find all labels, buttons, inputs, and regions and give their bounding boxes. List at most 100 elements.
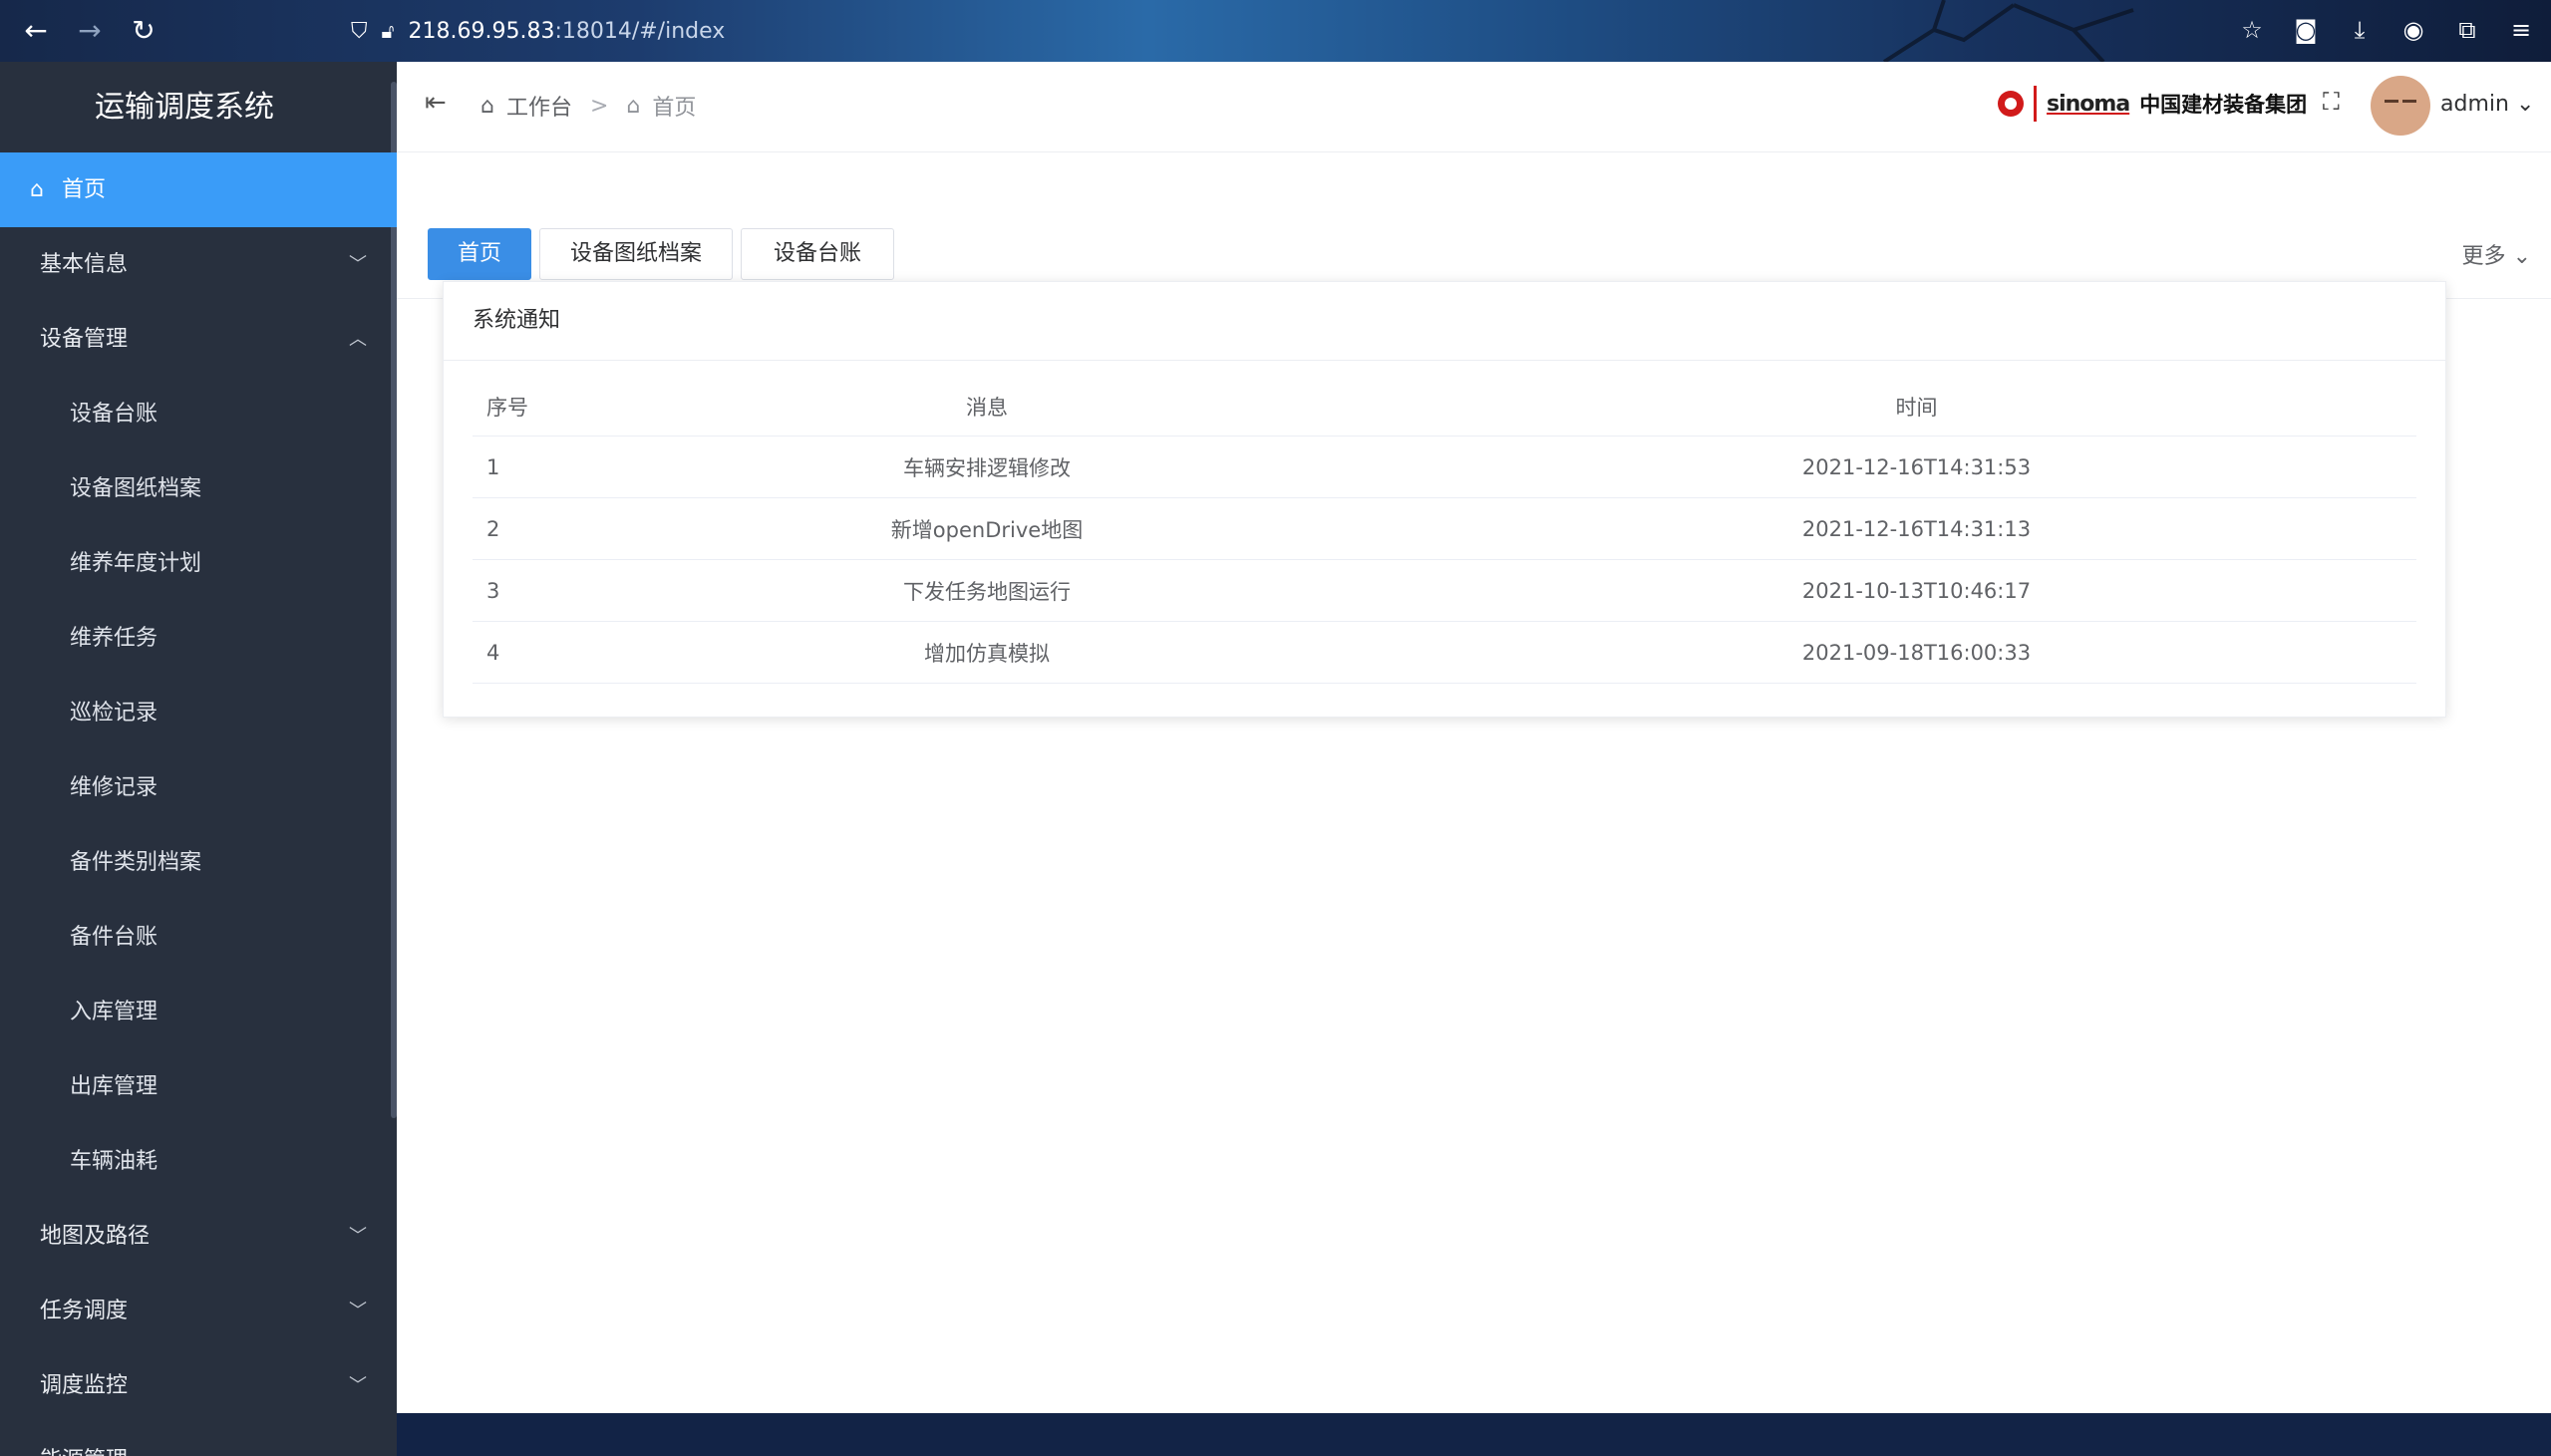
cell-time: 2021-10-13T10:46:17 [1417, 559, 2416, 622]
menu-icon[interactable]: ≡ [2505, 12, 2537, 48]
reload-icon[interactable]: ↻ [124, 13, 163, 49]
sidebar-item-label: 备件台账 [70, 925, 159, 950]
sidebar: 运输调度系统 ⌂ 首页 基本信息 ﹀ 设备管理 ︿ 设备台账 设备图纸档案 维养年… [0, 62, 397, 1456]
tab-equipment-ledger[interactable]: 设备台账 [741, 228, 894, 280]
table-row[interactable]: 2 新增openDrive地图 2021-12-16T14:31:13 [473, 497, 2416, 560]
app-title: 运输调度系统 [95, 90, 274, 125]
account-icon[interactable]: ◉ [2397, 12, 2429, 48]
chevron-down-icon: ﹀ [349, 1226, 367, 1247]
sidebar-item-drawings[interactable]: 设备图纸档案 [0, 451, 397, 526]
sidebar-item-label: 车辆油耗 [70, 1149, 159, 1174]
sidebar-item-spare-ledger[interactable]: 备件台账 [0, 900, 397, 975]
sidebar-item-label: 设备图纸档案 [70, 476, 202, 501]
cell-time: 2021-12-16T14:31:53 [1417, 436, 2416, 498]
shield-icon: ⛉ [351, 18, 368, 44]
cell-no: 2 [473, 497, 557, 560]
home-icon: ⌂ [626, 93, 641, 119]
pocket-icon[interactable]: ◙ [2290, 12, 2322, 48]
address-bar[interactable]: ⛉ 🔓︎ 218.69.95.83:18014/#/index [351, 10, 725, 52]
sidebar-item-task-dispatch[interactable]: 任务调度 ﹀ [0, 1274, 397, 1348]
sidebar-item-basic-info[interactable]: 基本信息 ﹀ [0, 227, 397, 302]
breadcrumb-current: 首页 [652, 96, 697, 121]
sidebar-item-label: 出库管理 [70, 1074, 159, 1099]
brand-en: sinoma [2047, 91, 2130, 117]
column-header: 序号 [473, 378, 557, 437]
sidebar-item-fuel[interactable]: 车辆油耗 [0, 1124, 397, 1199]
sidebar-item-home[interactable]: ⌂ 首页 [0, 152, 397, 227]
table-row[interactable]: 3 下发任务地图运行 2021-10-13T10:46:17 [473, 559, 2416, 622]
sidebar-item-inbound[interactable]: 入库管理 [0, 975, 397, 1049]
extensions-icon[interactable]: ⧉ [2451, 12, 2483, 48]
sidebar-item-spare-category[interactable]: 备件类别档案 [0, 825, 397, 900]
notice-table: 序号 消息 时间 1 车辆安排逻辑修改 2021-12-16T14:31:53 … [473, 378, 2416, 684]
sidebar-item-map-route[interactable]: 地图及路径 ﹀ [0, 1199, 397, 1274]
lock-icon: 🔓︎ [381, 19, 395, 43]
cell-message: 下发任务地图运行 [557, 559, 1417, 622]
chevron-down-icon: ⌄ [2512, 244, 2531, 269]
chevron-up-icon: ︿ [349, 329, 367, 350]
tab-home[interactable]: 首页 [428, 228, 531, 280]
sidebar-item-label: 入库管理 [70, 1000, 159, 1024]
table-row[interactable]: 1 车辆安排逻辑修改 2021-12-16T14:31:53 [473, 436, 2416, 498]
fullscreen-icon[interactable]: ⛶ [2323, 88, 2340, 116]
sidebar-item-label: 调度监控 [40, 1373, 129, 1398]
chevron-down-icon: ﹀ [349, 1301, 367, 1321]
brand-logo: sinoma 中国建材装备集团 [1998, 86, 2307, 122]
avatar[interactable] [2371, 76, 2430, 136]
url-path: :18014/#/index [554, 18, 726, 44]
cell-time: 2021-09-18T16:00:33 [1417, 621, 2416, 684]
sidebar-item-label: 维养任务 [70, 626, 159, 651]
sidebar-item-label: 设备台账 [70, 402, 159, 427]
column-header: 消息 [557, 378, 1417, 437]
cell-message: 增加仿真模拟 [557, 621, 1417, 684]
sidebar-item-outbound[interactable]: 出库管理 [0, 1049, 397, 1124]
sidebar-item-maintenance-task[interactable]: 维养任务 [0, 601, 397, 676]
user-menu[interactable]: admin ⌄ [2440, 92, 2534, 117]
sidebar-item-energy[interactable]: 能源管理 [0, 1423, 397, 1456]
top-header: ⇤ ⌂ 工作台 > ⌂ 首页 sinoma 中国建材装备集团 ⛶ admin ⌄ [397, 62, 2551, 152]
back-icon[interactable]: ← [16, 13, 56, 49]
sidebar-item-equipment-ledger[interactable]: 设备台账 [0, 377, 397, 451]
cell-message: 新增openDrive地图 [557, 497, 1417, 560]
cell-no: 3 [473, 559, 557, 622]
sidebar-item-label: 备件类别档案 [70, 850, 202, 875]
cell-message: 车辆安排逻辑修改 [557, 436, 1417, 498]
username: admin [2440, 92, 2509, 117]
sidebar-item-inspection[interactable]: 巡检记录 [0, 676, 397, 750]
sidebar-item-equipment[interactable]: 设备管理 ︿ [0, 302, 397, 377]
sidebar-item-label: 地图及路径 [40, 1224, 151, 1249]
chevron-down-icon: ﹀ [349, 254, 367, 275]
sidebar-item-label: 首页 [62, 177, 107, 202]
collapse-menu-icon[interactable]: ⇤ [425, 88, 447, 118]
url-text[interactable]: 218.69.95.83:18014/#/index [408, 19, 725, 44]
tab-drawings[interactable]: 设备图纸档案 [539, 228, 733, 280]
sidebar-item-repair[interactable]: 维修记录 [0, 750, 397, 825]
breadcrumb-separator: > [589, 93, 609, 119]
sidebar-item-annual-plan[interactable]: 维养年度计划 [0, 526, 397, 601]
breadcrumb-root[interactable]: 工作台 [506, 90, 572, 122]
sidebar-item-label: 维养年度计划 [70, 551, 202, 576]
notice-card: 系统通知 序号 消息 时间 1 车辆安排逻辑修改 2021-12-16T14:3… [443, 281, 2446, 718]
breadcrumb: ⌂ 工作台 > ⌂ 首页 [480, 90, 696, 122]
bookmark-star-icon[interactable]: ☆ [2236, 12, 2268, 48]
forward-icon[interactable]: → [70, 13, 110, 49]
sidebar-item-label: 能源管理 [40, 1448, 128, 1456]
more-label: 更多 [2461, 244, 2506, 269]
sidebar-item-label: 任务调度 [40, 1299, 129, 1323]
sidebar-item-dispatch-monitor[interactable]: 调度监控 ﹀ [0, 1348, 397, 1423]
main-area: ⇤ ⌂ 工作台 > ⌂ 首页 sinoma 中国建材装备集团 ⛶ admin ⌄… [397, 62, 2551, 1456]
tabs-bar: 首页 设备图纸档案 设备台账 更多 ⌄ [397, 152, 2551, 299]
home-icon: ⌂ [480, 93, 494, 119]
bottom-strip [397, 1413, 2551, 1456]
download-icon[interactable]: ⤓ [2344, 12, 2376, 48]
browser-toolbar: ← → ↻ ⛉ 🔓︎ 218.69.95.83:18014/#/index ☆ … [0, 0, 2551, 62]
card-title: 系统通知 [444, 282, 2445, 361]
column-header: 时间 [1417, 378, 2416, 437]
more-tabs-dropdown[interactable]: 更多 ⌄ [2462, 238, 2531, 270]
background-decoration [1882, 0, 2134, 62]
table-header-row: 序号 消息 时间 [473, 378, 2416, 437]
table-row[interactable]: 4 增加仿真模拟 2021-09-18T16:00:33 [473, 621, 2416, 684]
url-host: 218.69.95.83 [408, 18, 555, 44]
home-icon: ⌂ [30, 177, 44, 202]
sidebar-item-label: 设备管理 [40, 327, 129, 352]
